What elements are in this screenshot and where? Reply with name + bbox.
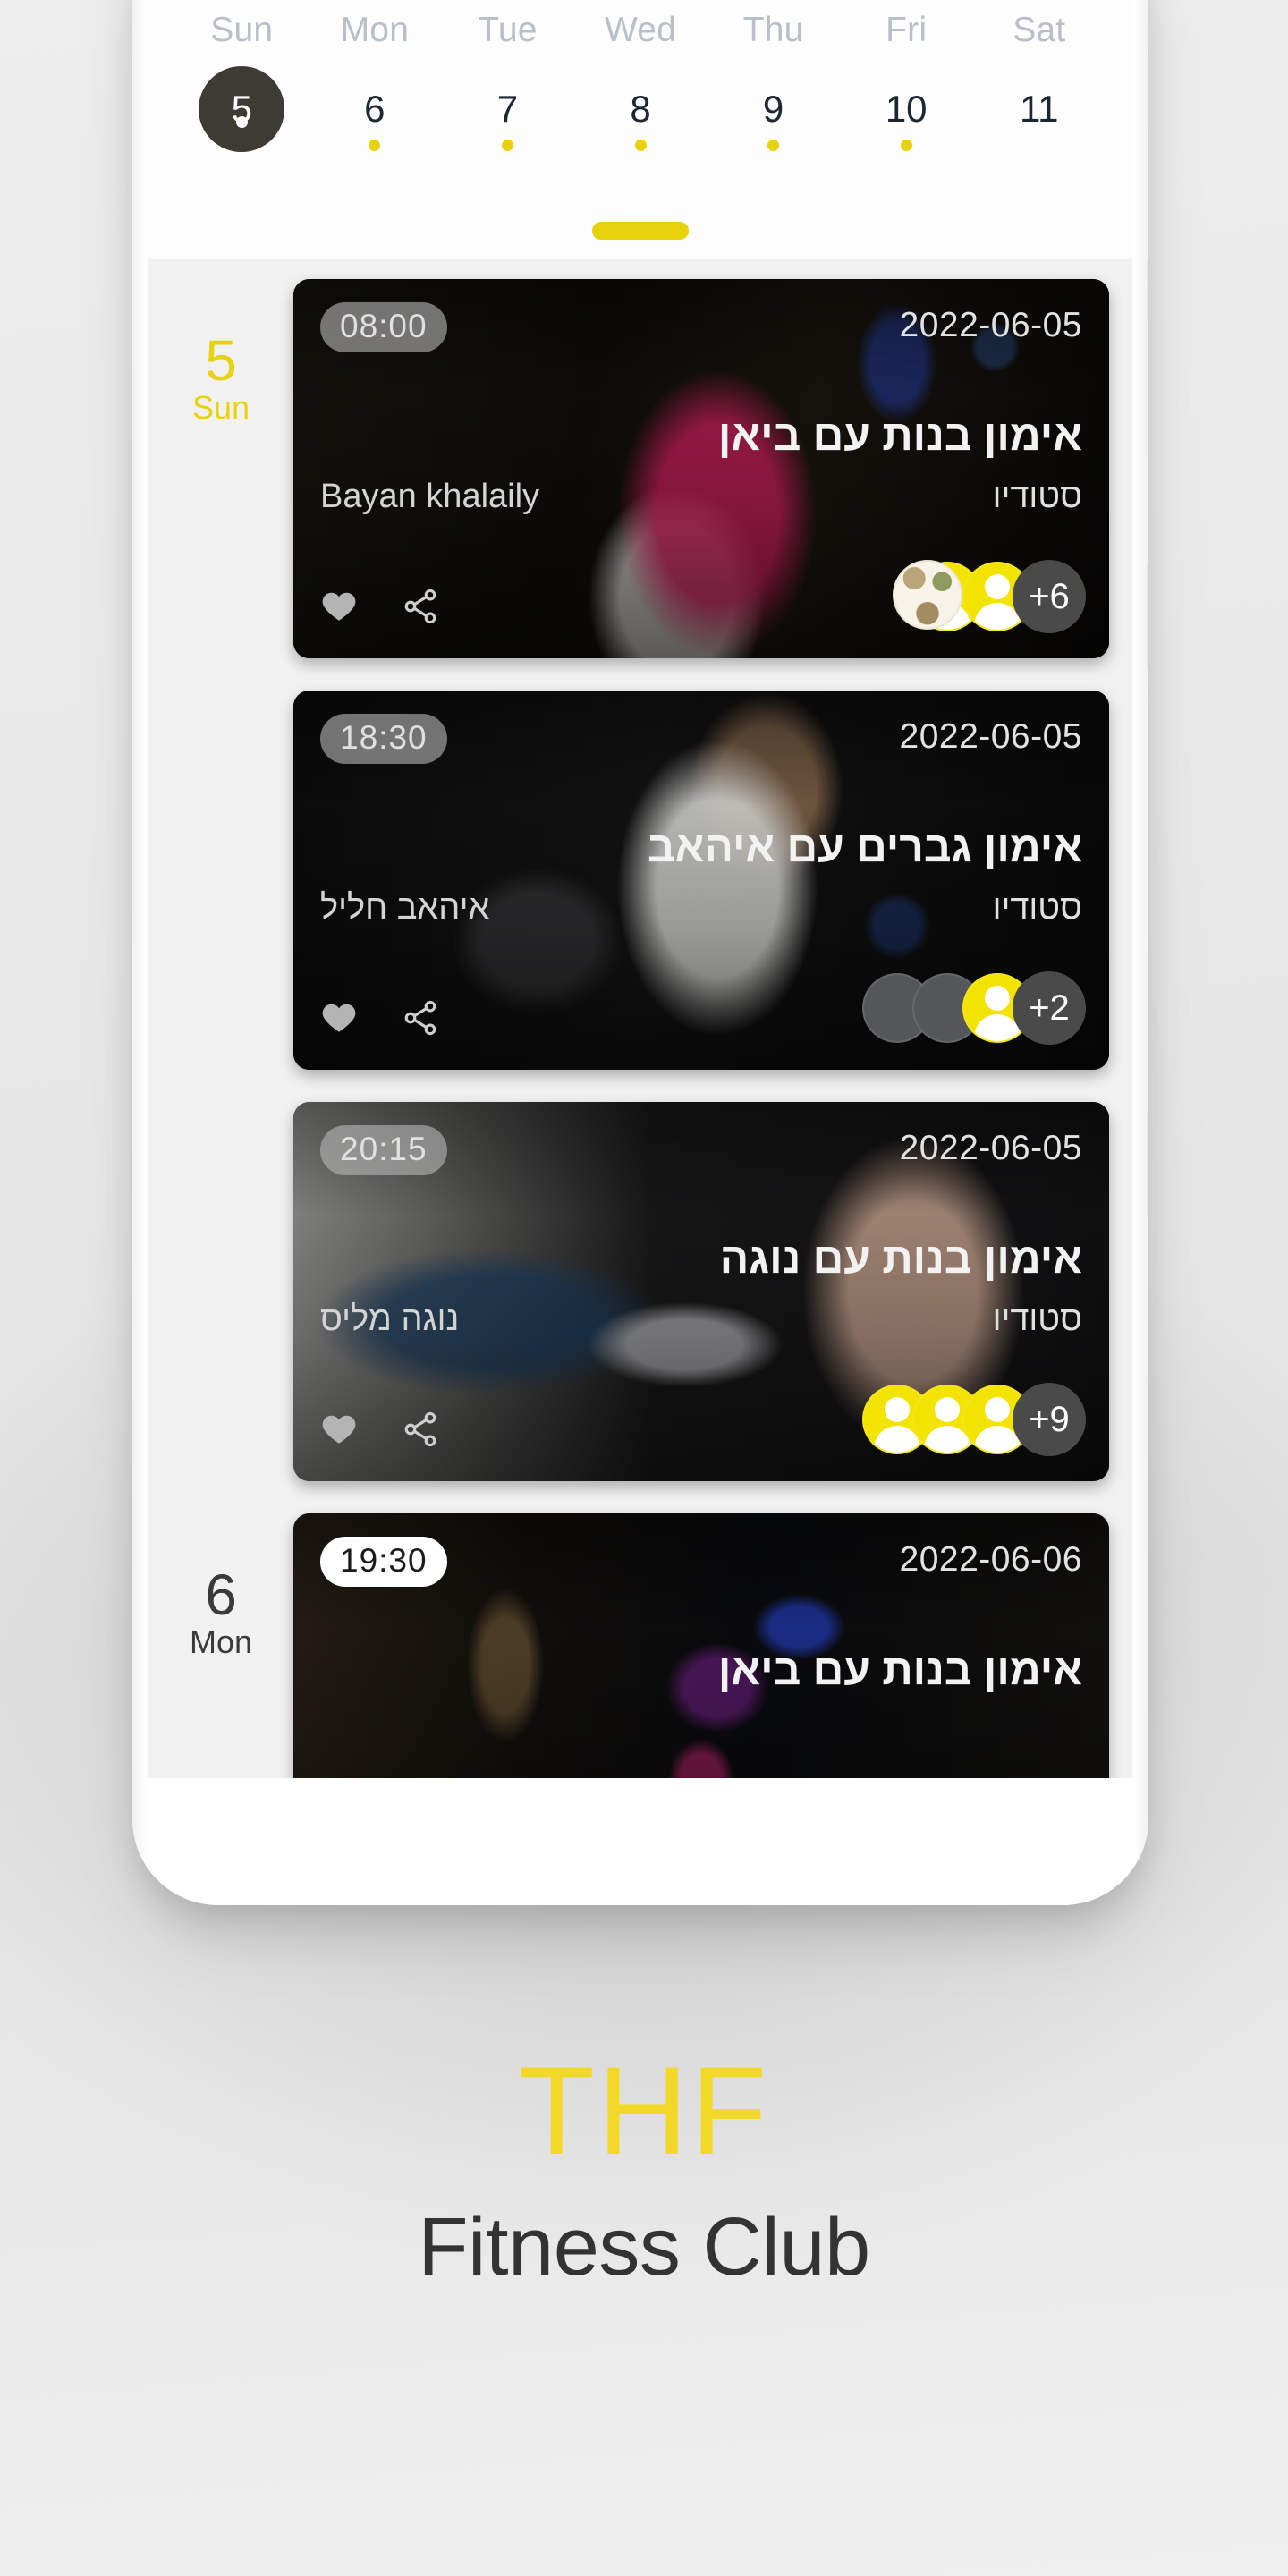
class-date-label: 2022-06-05 xyxy=(899,306,1082,344)
device-volume-up-button[interactable] xyxy=(1147,564,1148,671)
phone-device-frame: Sun Mon Tue Wed Thu Fri Sat 5 6 7 8 9 10… xyxy=(132,0,1148,1905)
schedule-row: 6 Mon 19:30 2022-06-06 אימון בנות עם ביא… xyxy=(148,1513,1132,1778)
class-title: אימון בנות עם נוגה xyxy=(719,1235,1082,1283)
weekday-name-row: Sun Mon Tue Wed Thu Fri Sat xyxy=(148,11,1132,66)
weekday-label-fri: Fri xyxy=(886,11,928,49)
week-calendar-strip[interactable]: Sun Mon Tue Wed Thu Fri Sat 5 6 7 8 9 10… xyxy=(148,0,1132,259)
schedule-row: 20:15 2022-06-05 אימון בנות עם נוגה נוגה… xyxy=(148,1102,1132,1481)
device-volume-down-button[interactable] xyxy=(1147,1109,1148,1216)
class-card[interactable]: 19:30 2022-06-06 אימון בנות עם ביאן xyxy=(293,1513,1109,1778)
class-card-actions xyxy=(320,587,440,626)
class-participant-avatars[interactable]: +2 xyxy=(862,971,1086,1045)
class-time-badge: 08:00 xyxy=(320,302,447,352)
weekday-date-row: 5 6 7 8 9 10 11 xyxy=(148,66,1132,182)
class-time-badge: 18:30 xyxy=(320,714,447,764)
date-event-dot-8 xyxy=(634,140,647,151)
class-location: סטודיו xyxy=(992,478,1082,515)
date-event-dot-7 xyxy=(501,140,513,151)
date-event-dot-5 xyxy=(235,116,248,128)
day-marker-weekday: Mon xyxy=(189,1623,253,1661)
date-cell-7[interactable]: 7 xyxy=(441,66,574,182)
class-card[interactable]: 08:00 2022-06-05 אימון בנות עם ביאן Baya… xyxy=(293,279,1109,658)
date-event-dot-10 xyxy=(900,140,912,151)
class-schedule-list[interactable]: 5 Sun 08:00 2022-06-05 אימון בנות עם ביא… xyxy=(148,259,1132,1778)
phone-screen: Sun Mon Tue Wed Thu Fri Sat 5 6 7 8 9 10… xyxy=(148,0,1132,1778)
class-card[interactable]: 20:15 2022-06-05 אימון בנות עם נוגה נוגה… xyxy=(293,1102,1109,1481)
date-cell-8[interactable]: 8 xyxy=(574,66,708,182)
class-card-content: 08:00 2022-06-05 אימון בנות עם ביאן Baya… xyxy=(293,279,1109,658)
day-marker-mon-6: 6 Mon xyxy=(148,1513,293,1659)
class-card-content: 20:15 2022-06-05 אימון בנות עם נוגה נוגה… xyxy=(293,1102,1109,1481)
class-date-label: 2022-06-05 xyxy=(899,717,1082,756)
class-instructor: Bayan khalaily xyxy=(320,478,540,515)
weekday-label-thu: Thu xyxy=(742,11,804,49)
date-cell-9[interactable]: 9 xyxy=(707,66,840,182)
date-cell-10[interactable]: 10 xyxy=(840,66,973,182)
weekday-label-sat: Sat xyxy=(1013,11,1066,49)
class-card-content: 19:30 2022-06-06 אימון בנות עם ביאן xyxy=(293,1513,1109,1778)
class-title: אימון גברים עם איהאב xyxy=(648,824,1082,871)
date-cell-5[interactable]: 5 xyxy=(175,66,309,182)
date-event-dot-9 xyxy=(767,140,780,151)
heart-icon[interactable] xyxy=(320,588,358,625)
device-left-bezel xyxy=(132,0,147,1905)
brand-tagline: Fitness Club xyxy=(418,2201,870,2292)
share-icon[interactable] xyxy=(401,998,440,1038)
weekday-label-wed: Wed xyxy=(604,11,677,49)
avatar-overflow-count[interactable]: +2 xyxy=(1013,971,1086,1045)
class-location: סטודיו xyxy=(992,1301,1082,1338)
class-card-content: 18:30 2022-06-05 אימון גברים עם איהאב אי… xyxy=(293,691,1109,1070)
share-icon[interactable] xyxy=(401,1410,440,1449)
date-cell-6[interactable]: 6 xyxy=(309,66,442,182)
avatar-overflow-count[interactable]: +9 xyxy=(1013,1383,1086,1456)
heart-icon[interactable] xyxy=(320,1411,358,1448)
avatar-overflow-count[interactable]: +6 xyxy=(1013,560,1086,633)
class-time-badge: 19:30 xyxy=(320,1537,447,1587)
class-card-actions xyxy=(320,1410,440,1449)
day-marker-sun-5: 5 Sun xyxy=(148,279,293,425)
device-power-button[interactable] xyxy=(1147,259,1148,322)
class-date-label: 2022-06-05 xyxy=(899,1129,1082,1167)
avatar xyxy=(893,560,962,630)
date-cell-11[interactable]: 11 xyxy=(972,66,1106,182)
class-title: אימון בנות עם ביאן xyxy=(717,412,1082,460)
class-time-badge: 20:15 xyxy=(320,1125,447,1175)
schedule-row: 18:30 2022-06-05 אימון גברים עם איהאב אי… xyxy=(148,691,1132,1070)
week-page-indicator[interactable] xyxy=(592,222,689,240)
brand-logo-text: THF xyxy=(518,2040,770,2181)
weekday-label-sun: Sun xyxy=(210,11,274,49)
schedule-row: 5 Sun 08:00 2022-06-05 אימון בנות עם ביא… xyxy=(148,279,1132,658)
class-participant-avatars[interactable]: +9 xyxy=(862,1383,1086,1456)
weekday-label-mon: Mon xyxy=(340,11,410,49)
class-date-label: 2022-06-06 xyxy=(899,1540,1082,1579)
class-instructor: נוגה מליס xyxy=(320,1301,460,1338)
class-participant-avatars[interactable]: +6 xyxy=(893,560,1086,633)
class-location: סטודיו xyxy=(992,889,1082,927)
date-number-5: 5 xyxy=(199,66,285,152)
day-marker-number: 6 xyxy=(205,1563,237,1627)
share-icon[interactable] xyxy=(401,587,440,626)
heart-icon[interactable] xyxy=(320,999,358,1037)
weekday-label-tue: Tue xyxy=(478,11,538,49)
class-instructor: איהאב חליל xyxy=(320,889,490,927)
class-card-actions xyxy=(320,998,440,1038)
class-card[interactable]: 18:30 2022-06-05 אימון גברים עם איהאב אי… xyxy=(293,691,1109,1070)
day-marker-number: 5 xyxy=(205,328,237,393)
brand-block: THF Fitness Club xyxy=(0,2048,1288,2294)
class-title: אימון בנות עם ביאן xyxy=(717,1647,1082,1694)
day-marker-weekday: Sun xyxy=(191,389,250,427)
